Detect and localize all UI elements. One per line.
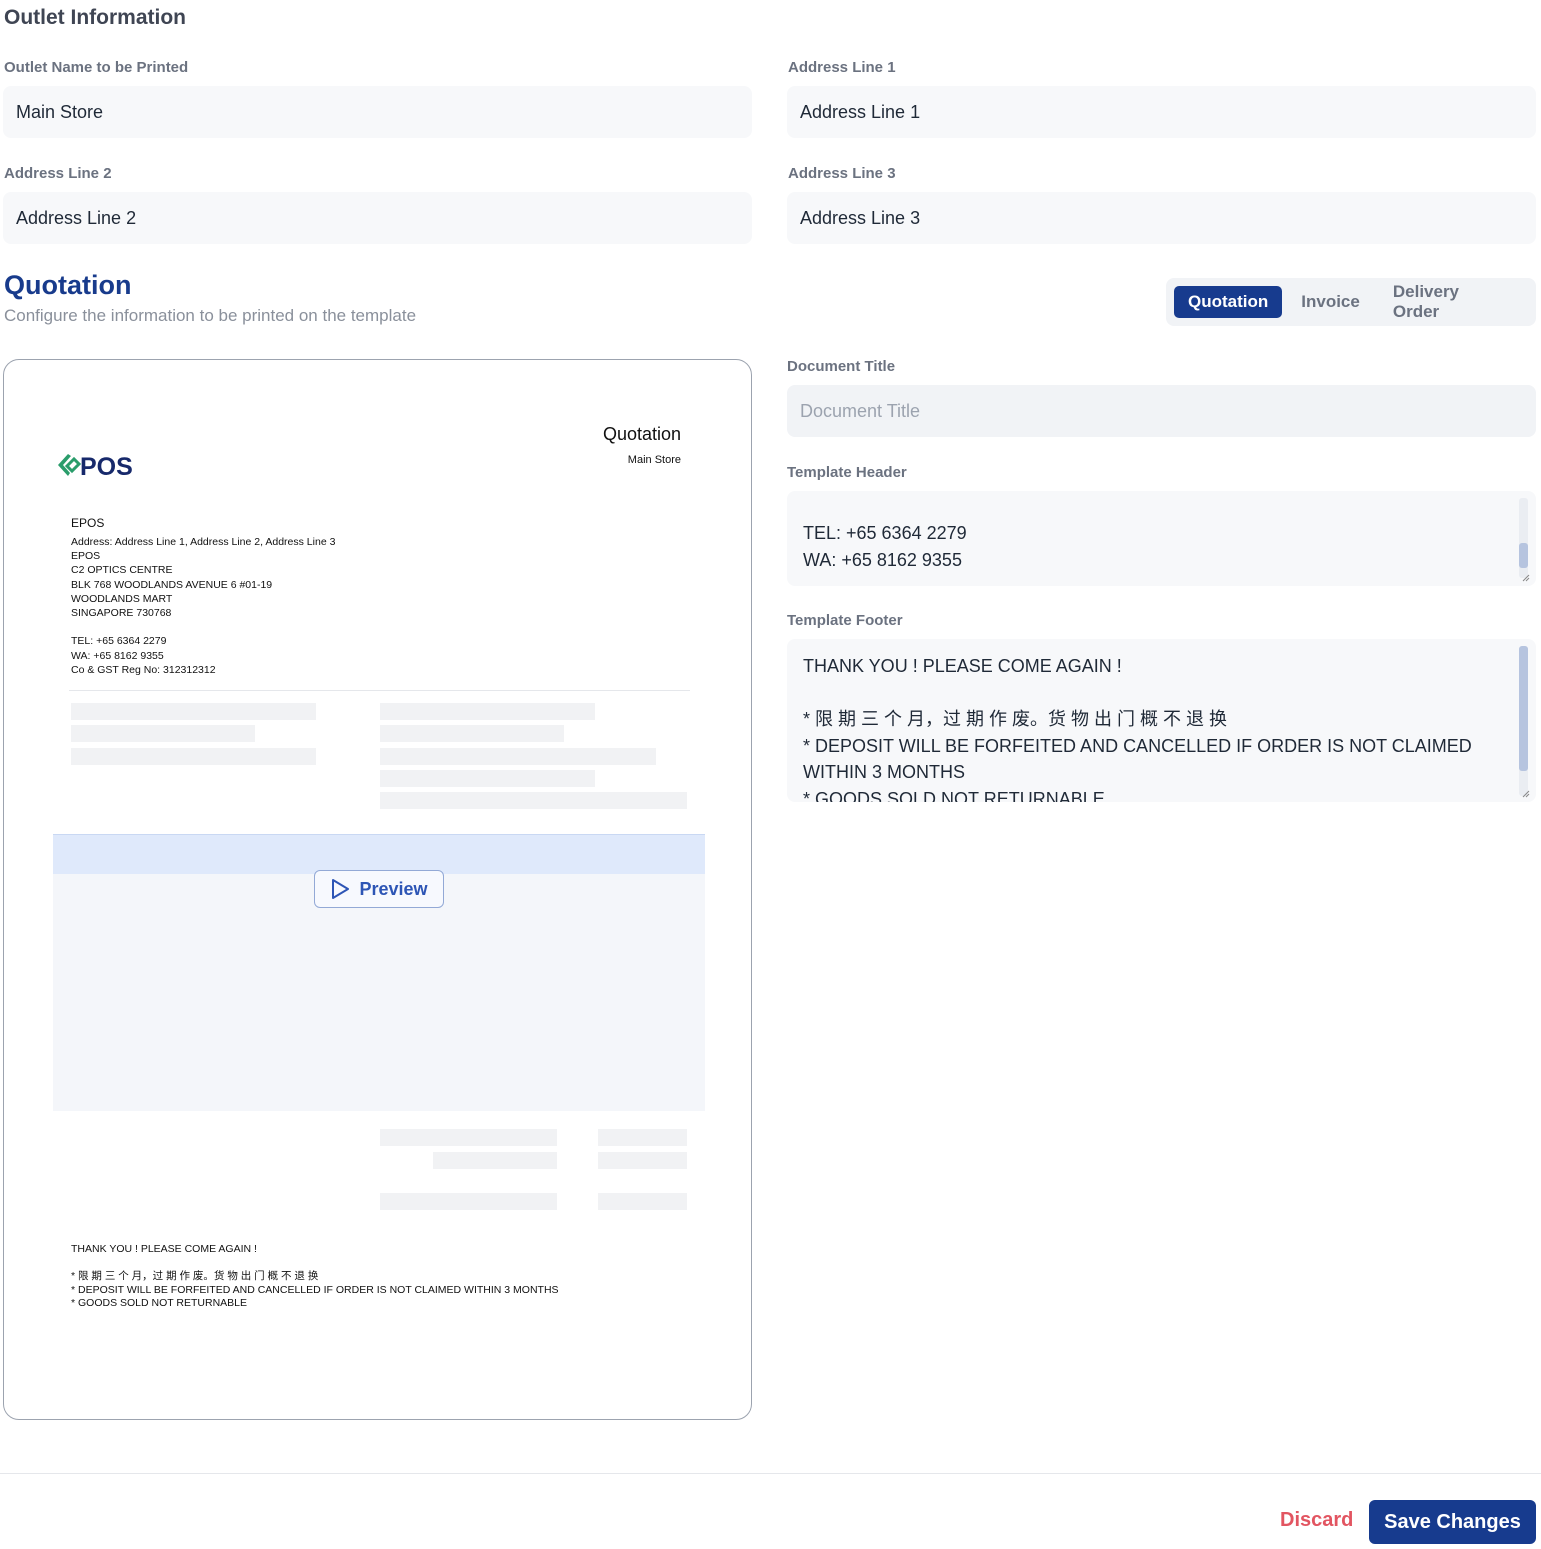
template-preview-card: Quotation Main Store POS EPOS Address: A… bbox=[3, 359, 752, 1420]
outlet-name-input[interactable]: Main Store bbox=[3, 86, 752, 138]
placeholder-bar bbox=[380, 703, 595, 720]
placeholder-bar bbox=[380, 792, 687, 809]
logo-text: POS bbox=[80, 453, 133, 481]
placeholder-bar bbox=[380, 1129, 557, 1146]
placeholder-bar bbox=[380, 770, 595, 787]
document-title-label: Document Title bbox=[787, 358, 896, 375]
template-footer-label: Template Footer bbox=[787, 612, 903, 629]
address-line-3-input[interactable]: Address Line 3 bbox=[787, 192, 1536, 244]
preview-table-header-band bbox=[53, 834, 705, 874]
placeholder-bar bbox=[71, 748, 316, 765]
address-line-2-input[interactable]: Address Line 2 bbox=[3, 192, 752, 244]
footer-scrollbar[interactable] bbox=[1519, 646, 1528, 796]
template-header-text: TEL: +65 6364 2279 WA: +65 8162 9355 bbox=[803, 523, 967, 570]
tab-quotation[interactable]: Quotation bbox=[1174, 286, 1283, 318]
placeholder-bar bbox=[433, 1152, 557, 1169]
footer-divider bbox=[0, 1473, 1541, 1474]
header-scrollbar[interactable] bbox=[1519, 498, 1528, 578]
header-scroll-thumb[interactable] bbox=[1519, 543, 1528, 568]
resize-handle-icon[interactable] bbox=[1522, 790, 1530, 798]
address-line-1-label: Address Line 1 bbox=[788, 59, 896, 76]
preview-store-name: Main Store bbox=[627, 454, 681, 466]
preview-company-name: EPOS bbox=[71, 516, 105, 530]
placeholder-bar bbox=[71, 703, 316, 720]
document-type-tabs: Quotation Invoice Delivery Order bbox=[1166, 278, 1536, 326]
play-icon bbox=[332, 879, 350, 899]
preview-button-label: Preview bbox=[359, 878, 428, 899]
template-footer-textarea[interactable]: THANK YOU ! PLEASE COME AGAIN ! * 限 期 三 … bbox=[787, 639, 1536, 802]
placeholder-bar bbox=[380, 1193, 557, 1210]
epos-logo: POS bbox=[56, 450, 151, 487]
discard-button[interactable]: Discard bbox=[1280, 1509, 1353, 1532]
placeholder-bar bbox=[71, 725, 255, 742]
quotation-heading: Quotation bbox=[4, 270, 132, 300]
document-title-input[interactable]: Document Title bbox=[787, 385, 1536, 437]
tab-delivery-order[interactable]: Delivery Order bbox=[1379, 276, 1523, 328]
address-line-1-input[interactable]: Address Line 1 bbox=[787, 86, 1536, 138]
outlet-section-title: Outlet Information bbox=[4, 6, 186, 29]
address-line-3-label: Address Line 3 bbox=[788, 165, 896, 182]
placeholder-bar bbox=[598, 1129, 687, 1146]
preview-items-area: Preview bbox=[53, 834, 705, 1111]
tab-invoice[interactable]: Invoice bbox=[1287, 286, 1374, 318]
epos-logo-icon: POS bbox=[58, 453, 133, 481]
template-header-label: Template Header bbox=[787, 464, 907, 481]
preview-footer-block: THANK YOU ! PLEASE COME AGAIN ! * 限 期 三 … bbox=[71, 1243, 559, 1309]
outlet-name-label: Outlet Name to be Printed bbox=[4, 59, 189, 76]
footer-scroll-thumb[interactable] bbox=[1519, 646, 1528, 771]
quotation-subtitle: Configure the information to be printed … bbox=[4, 306, 417, 325]
preview-divider bbox=[69, 690, 690, 691]
template-header-textarea[interactable]: TEL: +65 6364 2279 WA: +65 8162 9355 bbox=[787, 491, 1536, 586]
placeholder-bar bbox=[598, 1193, 687, 1210]
address-line-2-label: Address Line 2 bbox=[4, 165, 112, 182]
placeholder-bar bbox=[598, 1152, 687, 1169]
preview-doc-title: Quotation bbox=[602, 424, 681, 444]
save-changes-button[interactable]: Save Changes bbox=[1369, 1500, 1536, 1544]
placeholder-bar bbox=[380, 725, 564, 742]
placeholder-bar bbox=[380, 748, 656, 765]
preview-button[interactable]: Preview bbox=[314, 870, 444, 908]
preview-address-block: Address: Address Line 1, Address Line 2,… bbox=[71, 536, 336, 676]
resize-handle-icon[interactable] bbox=[1522, 574, 1530, 582]
template-footer-text: THANK YOU ! PLEASE COME AGAIN ! * 限 期 三 … bbox=[803, 656, 1472, 802]
